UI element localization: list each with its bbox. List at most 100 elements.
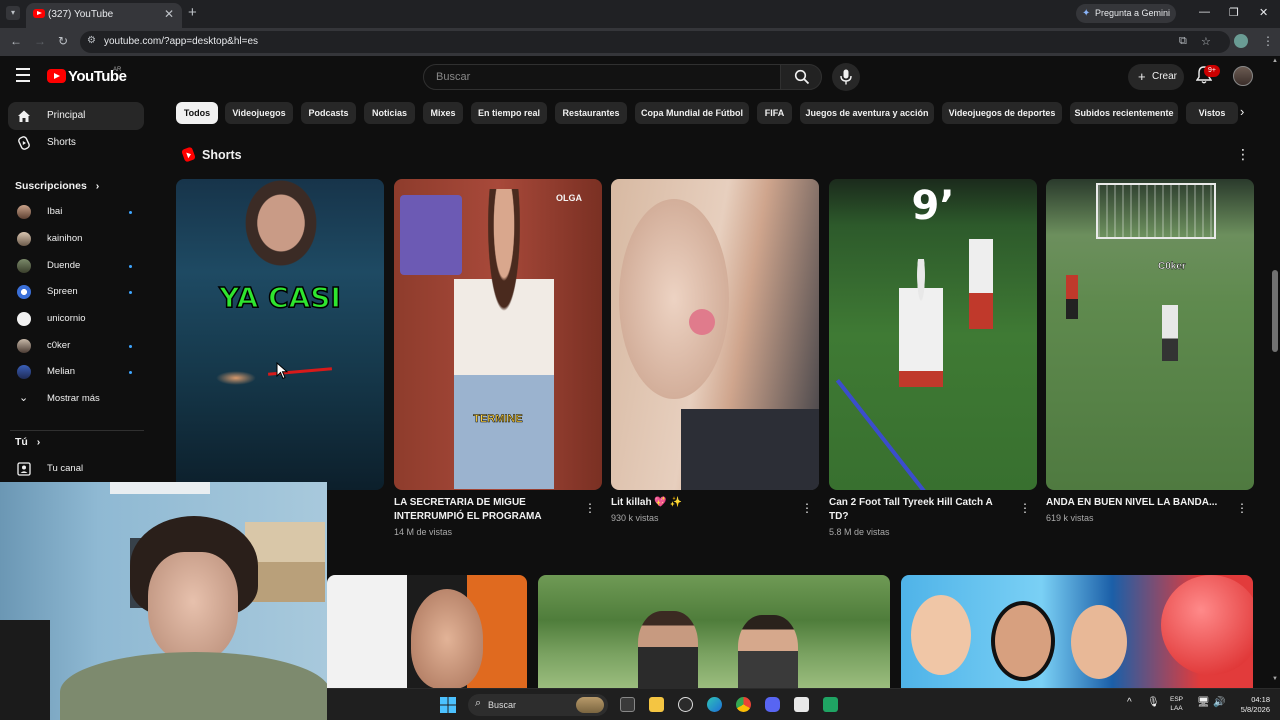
- short-thumbnail[interactable]: YA CASI: [176, 179, 384, 490]
- studio-logo: OLGA: [556, 193, 582, 203]
- chip-copa-mundial[interactable]: Copa Mundial de Fútbol: [635, 102, 749, 124]
- short-more-options-icon[interactable]: ⋮: [584, 501, 596, 515]
- chip-videojuegos[interactable]: Videojuegos: [225, 102, 293, 124]
- scroll-up-arrow-icon[interactable]: ▲: [1272, 58, 1278, 64]
- voice-search-button[interactable]: [832, 63, 860, 91]
- tray-chevron-up-icon[interactable]: ^: [1127, 697, 1132, 708]
- short-thumbnail[interactable]: [611, 179, 819, 490]
- video-thumbnail[interactable]: [901, 575, 1253, 688]
- sidebar-show-more[interactable]: ⌄ Mostrar más: [8, 386, 144, 412]
- chip-en-tiempo-real[interactable]: En tiempo real: [471, 102, 547, 124]
- forward-arrow-icon[interactable]: →: [34, 34, 46, 48]
- taskbar-search[interactable]: ⌕ Buscar: [468, 694, 608, 716]
- back-arrow-icon[interactable]: ←: [10, 34, 22, 48]
- chip-fifa[interactable]: FIFA: [757, 102, 792, 124]
- short-title[interactable]: ANDA EN BUEN NIVEL LA BANDA...: [1046, 496, 1226, 510]
- file-explorer-icon[interactable]: [649, 697, 664, 712]
- create-button[interactable]: + Crear: [1128, 64, 1184, 90]
- show-more-label: Mostrar más: [47, 393, 100, 404]
- you-header[interactable]: Tú ›: [15, 436, 40, 448]
- face-3: [1071, 605, 1127, 679]
- sheets-icon[interactable]: [823, 697, 838, 712]
- language-indicator[interactable]: ESP LAA: [1170, 695, 1183, 713]
- new-tab-button[interactable]: +: [188, 4, 197, 21]
- browser-tab-youtube[interactable]: (327) YouTube ✕: [26, 3, 182, 28]
- task-view-icon[interactable]: [620, 697, 635, 712]
- sidebar-item-principal[interactable]: Principal: [8, 102, 144, 130]
- microphone-tray-icon[interactable]: 🎙: [1147, 697, 1160, 708]
- chip-restaurantes[interactable]: Restaurantes: [555, 102, 627, 124]
- edge-icon[interactable]: [707, 697, 722, 712]
- minimize-button[interactable]: —: [1199, 6, 1210, 18]
- sidebar-item-duende[interactable]: Duende: [8, 253, 144, 279]
- you-header-label: Tú: [15, 436, 28, 448]
- scrollbar-thumb[interactable]: [1272, 270, 1278, 352]
- tab-close-button[interactable]: ✕: [164, 7, 174, 21]
- url-text[interactable]: youtube.com/?app=desktop&hl=es: [104, 36, 258, 47]
- sidebar-item-spreen[interactable]: Spreen: [8, 279, 144, 305]
- chrome-icon[interactable]: [736, 697, 751, 712]
- chip-videojuegos-deportes[interactable]: Videojuegos de deportes: [942, 102, 1062, 124]
- volume-icon[interactable]: 🔊: [1213, 697, 1225, 708]
- short-title[interactable]: Lit killah 💖 ✨: [611, 496, 791, 510]
- account-avatar[interactable]: [1233, 66, 1253, 86]
- tongue: [689, 309, 715, 335]
- short-title[interactable]: LA SECRETARIA DE MIGUE INTERRUMPIÓ EL PR…: [394, 496, 574, 524]
- app-icon[interactable]: [678, 697, 693, 712]
- short-thumbnail[interactable]: OLGA TERMINE: [394, 179, 602, 490]
- person-figure: [454, 189, 554, 489]
- search-button[interactable]: [780, 64, 822, 90]
- video-thumbnail[interactable]: [327, 575, 527, 688]
- your-channel-label: Tu canal: [47, 463, 84, 474]
- short-views: 619 k vistas: [1046, 513, 1094, 523]
- sidebar-item-label: Shorts: [47, 137, 76, 148]
- maximize-button[interactable]: ❐: [1229, 6, 1239, 19]
- tab-search-button[interactable]: ▾: [6, 6, 20, 20]
- bookmark-star-icon[interactable]: ☆: [1201, 35, 1211, 48]
- page-scrollbar[interactable]: ▲ ▼: [1270, 56, 1280, 688]
- network-icon[interactable]: 🖥: [1197, 697, 1210, 708]
- youtube-logo-icon[interactable]: [47, 69, 66, 83]
- chip-mixes[interactable]: Mixes: [423, 102, 463, 124]
- gemini-label: Pregunta a Gemini: [1095, 8, 1171, 18]
- install-app-icon[interactable]: ⧉: [1179, 35, 1187, 48]
- sidebar-item-your-channel[interactable]: Tu canal: [8, 456, 144, 482]
- shorts-more-options-icon[interactable]: ⋮: [1236, 146, 1250, 163]
- clock[interactable]: 04:18 5/8/2026: [1232, 695, 1270, 715]
- short-thumbnail[interactable]: 9’: [829, 179, 1037, 490]
- browser-menu-icon[interactable]: ⋮: [1262, 34, 1274, 48]
- chip-todos[interactable]: Todos: [176, 102, 218, 124]
- capcut-icon[interactable]: [794, 697, 809, 712]
- sidebar-item-melian[interactable]: Melian: [8, 359, 144, 385]
- address-bar[interactable]: ⚙ youtube.com/?app=desktop&hl=es ⧉ ☆: [80, 31, 1230, 53]
- chip-podcasts[interactable]: Podcasts: [301, 102, 356, 124]
- site-info-icon[interactable]: ⚙: [87, 35, 96, 46]
- sidebar-item-unicornio[interactable]: unicornio: [8, 306, 144, 332]
- short-more-options-icon[interactable]: ⋮: [801, 501, 813, 515]
- new-content-dot: [129, 345, 132, 348]
- sidebar-item-c0ker[interactable]: c0ker: [8, 333, 144, 359]
- scroll-down-arrow-icon[interactable]: ▼: [1272, 676, 1278, 682]
- short-more-options-icon[interactable]: ⋮: [1236, 501, 1248, 515]
- video-thumbnail[interactable]: [538, 575, 890, 688]
- sidebar-item-kainihon[interactable]: kainihon: [8, 226, 144, 252]
- chip-vistos[interactable]: Vistos: [1186, 102, 1238, 124]
- sidebar-item-ibai[interactable]: Ibai: [8, 199, 144, 225]
- menu-hamburger-icon[interactable]: [16, 68, 30, 86]
- search-input[interactable]: Buscar: [423, 64, 781, 90]
- discord-icon[interactable]: [765, 697, 780, 712]
- sidebar-item-shorts[interactable]: Shorts: [8, 129, 144, 157]
- reload-icon[interactable]: ↻: [58, 34, 68, 48]
- close-window-button[interactable]: ✕: [1259, 6, 1268, 19]
- chip-juegos-aventura[interactable]: Juegos de aventura y acción: [800, 102, 934, 124]
- chip-noticias[interactable]: Noticias: [364, 102, 415, 124]
- short-thumbnail[interactable]: C0ker: [1046, 179, 1254, 490]
- subscriptions-header[interactable]: Suscripciones ›: [15, 180, 99, 192]
- gemini-button[interactable]: ✦ Pregunta a Gemini: [1076, 4, 1176, 23]
- chips-next-arrow-icon[interactable]: ›: [1240, 104, 1244, 119]
- chip-subidos-recientemente[interactable]: Subidos recientemente: [1070, 102, 1178, 124]
- browser-profile-avatar[interactable]: [1234, 34, 1248, 48]
- windows-start-icon[interactable]: [440, 697, 456, 713]
- short-more-options-icon[interactable]: ⋮: [1019, 501, 1031, 515]
- short-title[interactable]: Can 2 Foot Tall Tyreek Hill Catch A TD?: [829, 496, 1009, 524]
